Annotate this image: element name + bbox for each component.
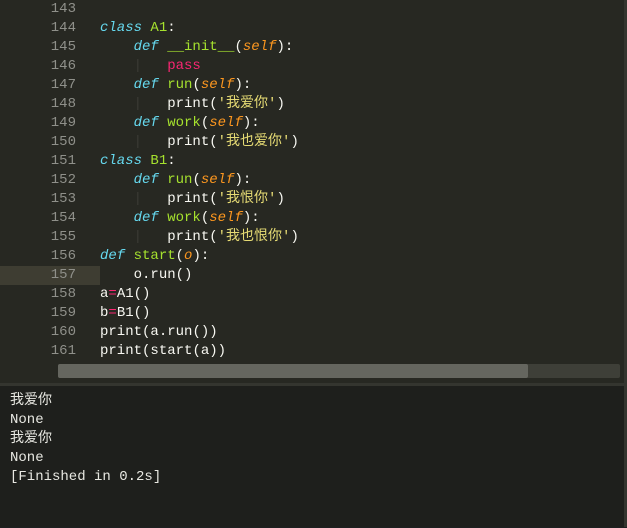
code-line[interactable]: 157 o.run(): [0, 266, 624, 285]
line-number[interactable]: 153: [0, 190, 100, 209]
code-content[interactable]: def work(self):: [100, 209, 260, 228]
code-line[interactable]: 145 def __init__(self):: [0, 38, 624, 57]
code-content[interactable]: | print('我爱你'): [100, 95, 285, 114]
code-line[interactable]: 148 | print('我爱你'): [0, 95, 624, 114]
code-content[interactable]: | pass: [100, 57, 201, 76]
line-number[interactable]: 145: [0, 38, 100, 57]
line-number[interactable]: 148: [0, 95, 100, 114]
code-content[interactable]: def __init__(self):: [100, 38, 293, 57]
code-area[interactable]: 143144class A1:145 def __init__(self):14…: [0, 0, 624, 362]
code-content[interactable]: class B1:: [100, 152, 176, 171]
line-number[interactable]: 159: [0, 304, 100, 323]
output-line: None: [10, 411, 614, 430]
line-number[interactable]: 151: [0, 152, 100, 171]
output-line: 我爱你: [10, 430, 614, 449]
code-line[interactable]: 146 | pass: [0, 57, 624, 76]
code-line[interactable]: 155 | print('我也恨你'): [0, 228, 624, 247]
code-content[interactable]: | print('我恨你'): [100, 190, 285, 209]
code-editor[interactable]: 143144class A1:145 def __init__(self):14…: [0, 0, 627, 386]
horizontal-scrollbar[interactable]: [2, 363, 622, 379]
code-line[interactable]: 160print(a.run()): [0, 323, 624, 342]
scroll-thumb[interactable]: [58, 364, 528, 378]
line-number[interactable]: 158: [0, 285, 100, 304]
code-line[interactable]: 153 | print('我恨你'): [0, 190, 624, 209]
code-content[interactable]: | print('我也爱你'): [100, 133, 299, 152]
line-number[interactable]: 161: [0, 342, 100, 361]
code-line[interactable]: 150 | print('我也爱你'): [0, 133, 624, 152]
code-content[interactable]: def run(self):: [100, 171, 251, 190]
code-line[interactable]: 161print(start(a)): [0, 342, 624, 361]
line-number[interactable]: 154: [0, 209, 100, 228]
output-panel: 我爱你None我爱你None[Finished in 0.2s]: [0, 386, 627, 527]
code-line[interactable]: 143: [0, 0, 624, 19]
code-content[interactable]: o.run(): [100, 266, 192, 285]
code-line[interactable]: 152 def run(self):: [0, 171, 624, 190]
code-content[interactable]: def work(self):: [100, 114, 260, 133]
code-content[interactable]: class A1:: [100, 19, 176, 38]
output-line: None: [10, 449, 614, 468]
code-line[interactable]: 159b=B1(): [0, 304, 624, 323]
line-number[interactable]: 156: [0, 247, 100, 266]
code-content[interactable]: a=A1(): [100, 285, 150, 304]
code-content[interactable]: def start(o):: [100, 247, 209, 266]
code-line[interactable]: 144class A1:: [0, 19, 624, 38]
line-number[interactable]: 152: [0, 171, 100, 190]
line-number[interactable]: 146: [0, 57, 100, 76]
line-number[interactable]: 160: [0, 323, 100, 342]
code-line[interactable]: 149 def work(self):: [0, 114, 624, 133]
line-number[interactable]: 144: [0, 19, 100, 38]
output-line: [Finished in 0.2s]: [10, 468, 614, 487]
line-number[interactable]: 147: [0, 76, 100, 95]
line-number[interactable]: 143: [0, 0, 100, 19]
line-number[interactable]: 157: [0, 266, 100, 285]
code-content[interactable]: b=B1(): [100, 304, 150, 323]
line-number[interactable]: 149: [0, 114, 100, 133]
line-number[interactable]: 155: [0, 228, 100, 247]
code-content[interactable]: | print('我也恨你'): [100, 228, 299, 247]
code-line[interactable]: 154 def work(self):: [0, 209, 624, 228]
code-line[interactable]: 151class B1:: [0, 152, 624, 171]
code-line[interactable]: 147 def run(self):: [0, 76, 624, 95]
code-content[interactable]: print(start(a)): [100, 342, 226, 361]
code-line[interactable]: 156def start(o):: [0, 247, 624, 266]
code-content[interactable]: def run(self):: [100, 76, 251, 95]
code-content[interactable]: print(a.run()): [100, 323, 218, 342]
code-line[interactable]: 158a=A1(): [0, 285, 624, 304]
output-line: 我爱你: [10, 392, 614, 411]
line-number[interactable]: 150: [0, 133, 100, 152]
